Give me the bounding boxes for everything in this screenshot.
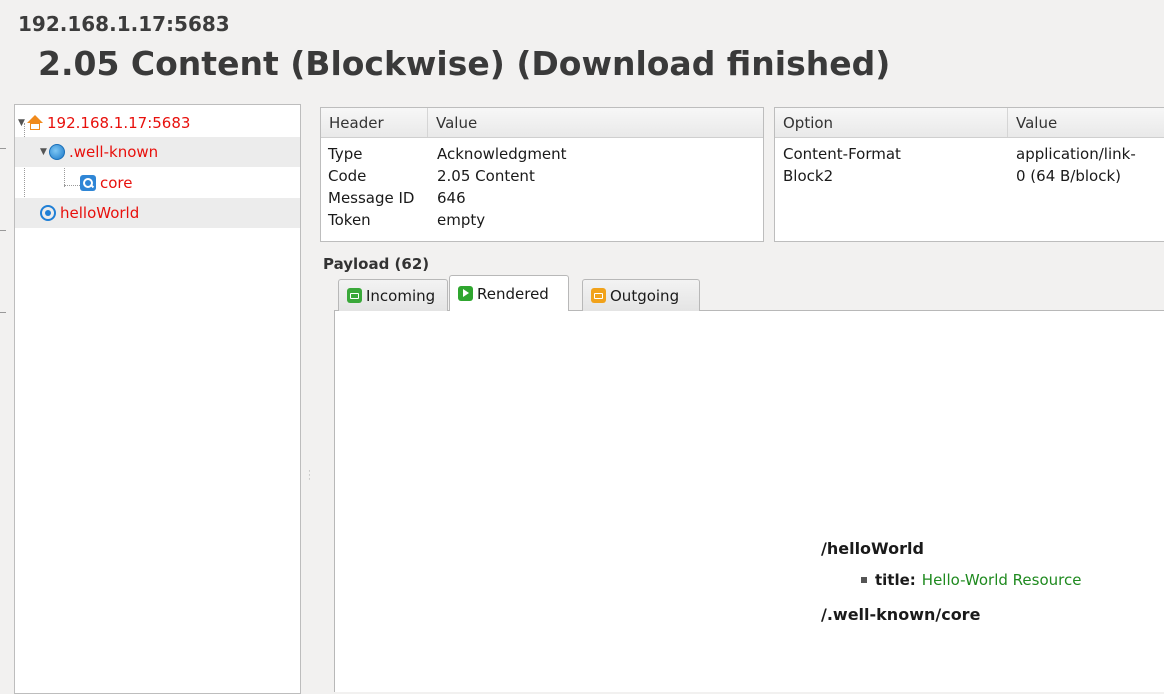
tree-node-label: 192.168.1.17:5683 <box>47 114 191 132</box>
bullet-icon <box>861 577 867 583</box>
edge-marker <box>0 312 6 313</box>
table-cell: Code <box>328 167 367 185</box>
table-cell: Acknowledgment <box>437 145 567 163</box>
tab-outgoing[interactable]: Outgoing <box>582 279 700 311</box>
table-row[interactable]: Type Acknowledgment <box>321 143 763 165</box>
column-header[interactable]: Option <box>775 108 1008 137</box>
column-header[interactable]: Value <box>1008 108 1164 137</box>
option-table-head: Option Value <box>775 108 1164 138</box>
tree-node-label: .well-known <box>69 143 159 161</box>
resource-path: /.well-known/core <box>821 605 981 624</box>
resource-tree[interactable]: ▼ 192.168.1.17:5683 ▼ .well-known core h… <box>14 104 301 694</box>
tree-node-helloworld[interactable]: helloWorld <box>15 198 300 228</box>
table-cell: Message ID <box>328 189 415 207</box>
table-cell: 0 (64 B/block) <box>1016 167 1122 185</box>
resource-attribute: title: Hello-World Resource <box>861 571 1081 589</box>
address-title: 192.168.1.17:5683 <box>18 12 230 36</box>
expand-arrow-icon[interactable]: ▼ <box>40 147 49 157</box>
edge-marker <box>0 148 6 149</box>
column-header[interactable]: Header <box>321 108 428 137</box>
table-cell: Token <box>328 211 371 229</box>
table-row[interactable]: Token empty <box>321 209 763 231</box>
column-header[interactable]: Value <box>428 108 763 137</box>
table-cell: application/link- <box>1016 145 1136 163</box>
tree-node-core[interactable]: core <box>15 168 300 198</box>
response-status-title: 2.05 Content (Blockwise) (Download finis… <box>38 44 891 83</box>
incoming-icon <box>347 288 362 303</box>
payload-label: Payload (62) <box>323 255 430 273</box>
rendered-icon <box>458 286 473 301</box>
table-cell: 646 <box>437 189 466 207</box>
home-icon <box>27 115 43 131</box>
tree-node-root[interactable]: ▼ 192.168.1.17:5683 <box>15 108 300 138</box>
splitter-handle[interactable]: · · · <box>308 468 314 485</box>
payload-rendered-view: /helloWorld title: Hello-World Resource … <box>334 310 1164 692</box>
search-icon <box>80 175 96 191</box>
resource-path: /helloWorld <box>821 539 924 558</box>
header-table[interactable]: Header Value Type Acknowledgment Code 2.… <box>320 107 764 242</box>
tree-node-label: helloWorld <box>60 204 140 222</box>
table-row[interactable]: Message ID 646 <box>321 187 763 209</box>
option-table[interactable]: Option Value Content-Format application/… <box>774 107 1164 242</box>
tab-label: Rendered <box>477 284 549 303</box>
tab-incoming[interactable]: Incoming <box>338 279 448 311</box>
expand-arrow-icon[interactable]: ▼ <box>18 118 27 128</box>
table-row[interactable]: Content-Format application/link- <box>775 143 1164 165</box>
tab-label: Incoming <box>366 286 436 305</box>
tab-rendered[interactable]: Rendered <box>449 275 569 311</box>
edge-marker <box>0 230 6 231</box>
target-icon <box>40 205 56 221</box>
table-cell: 2.05 Content <box>437 167 535 185</box>
attribute-key: title: <box>875 571 916 589</box>
header-table-head: Header Value <box>321 108 763 138</box>
tab-label: Outgoing <box>610 286 680 305</box>
outgoing-icon <box>591 288 606 303</box>
tree-node-well-known[interactable]: ▼ .well-known <box>15 137 300 167</box>
table-row[interactable]: Block2 0 (64 B/block) <box>775 165 1164 187</box>
table-cell: Type <box>328 145 363 163</box>
table-cell: Content-Format <box>783 145 901 163</box>
tree-node-label: core <box>100 174 133 192</box>
table-cell: Block2 <box>783 167 834 185</box>
table-row[interactable]: Code 2.05 Content <box>321 165 763 187</box>
attribute-value: Hello-World Resource <box>921 571 1082 589</box>
globe-icon <box>49 144 65 160</box>
table-cell: empty <box>437 211 486 229</box>
